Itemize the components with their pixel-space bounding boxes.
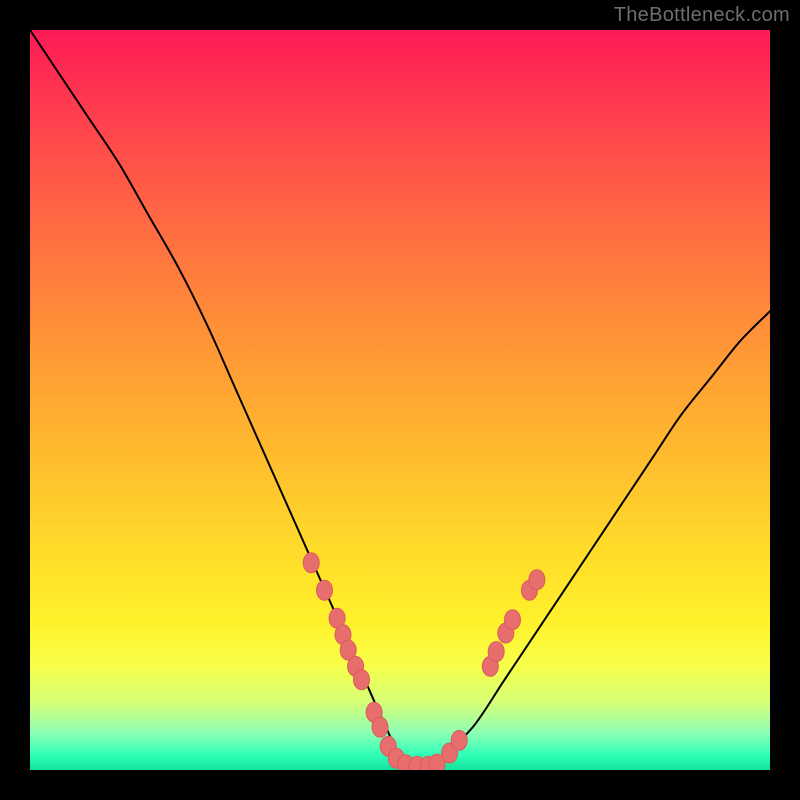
- chart-svg: [30, 30, 770, 770]
- curve-marker: [372, 717, 388, 737]
- chart-plot-area: [30, 30, 770, 770]
- curve-marker: [451, 730, 467, 750]
- bottleneck-curve-line: [30, 30, 770, 768]
- curve-marker: [317, 580, 333, 600]
- curve-marker: [488, 642, 504, 662]
- watermark-text: TheBottleneck.com: [614, 4, 790, 27]
- curve-marker: [303, 553, 319, 573]
- curve-marker: [505, 610, 521, 630]
- curve-marker: [354, 670, 370, 690]
- curve-marker: [529, 570, 545, 590]
- curve-markers-group: [303, 553, 545, 770]
